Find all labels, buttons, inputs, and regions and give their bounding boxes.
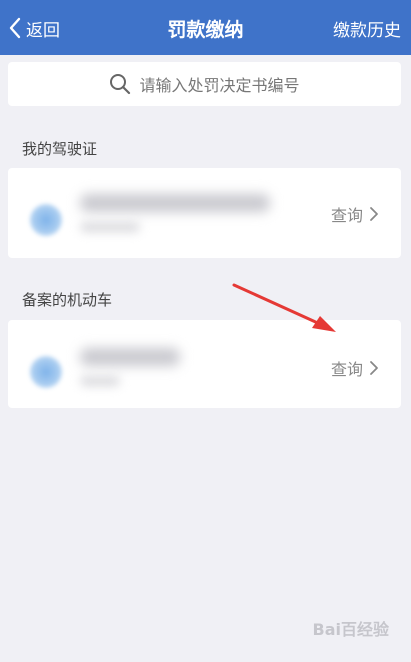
search-icon [110, 74, 131, 95]
vehicle-subinfo-blurred [80, 376, 120, 386]
search-placeholder: 请输入处罚决定书编号 [139, 76, 300, 95]
vehicle-info-blurred [80, 348, 180, 366]
query-label: 查询 [330, 360, 363, 379]
header-bar: 返回 罚款缴纳 缴款历史 [0, 0, 411, 55]
chevron-right-icon [370, 361, 378, 375]
chevron-right-icon [370, 207, 378, 221]
query-button-license[interactable]: 查询 [331, 202, 379, 226]
driver-license-card[interactable]: 查询 [8, 168, 401, 258]
payment-history-button[interactable]: 缴款历史 [333, 16, 401, 41]
license-subinfo-blurred [80, 222, 140, 232]
search-input[interactable]: 请输入处罚决定书编号 [8, 62, 401, 106]
vehicle-avatar [30, 356, 62, 388]
baidu-watermark: Bai百经验 [312, 620, 389, 639]
red-arrow-annotation [232, 283, 336, 332]
section-label-driver-license: 我的驾驶证 [22, 140, 98, 158]
license-info-blurred [80, 194, 270, 212]
query-button-vehicle[interactable]: 查询 [331, 356, 379, 380]
query-label: 查询 [330, 206, 363, 225]
section-label-vehicle: 备案的机动车 [22, 291, 113, 309]
license-avatar [30, 204, 62, 236]
